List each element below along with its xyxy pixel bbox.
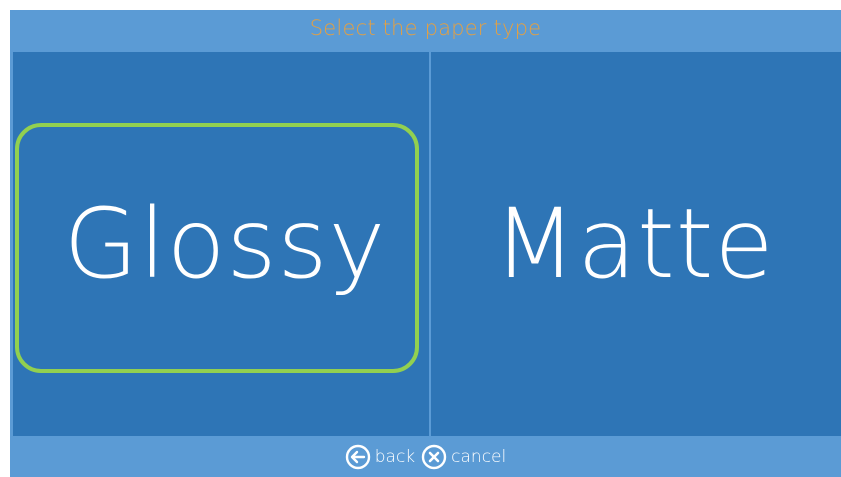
x-circle-icon [421,444,447,470]
option-label-glossy: Glossy [63,188,387,300]
back-button[interactable]: back [345,444,415,470]
paper-type-dialog: Select the paper type Glossy Matte back [10,10,841,477]
arrow-left-circle-icon [345,444,371,470]
page-title: Select the paper type [309,16,542,40]
back-label: back [374,446,416,467]
cancel-label: cancel [451,446,507,467]
paper-type-options: Glossy Matte [13,52,841,436]
option-glossy[interactable]: Glossy [13,52,429,436]
cancel-button[interactable]: cancel [421,444,506,470]
footer-nav: back cancel [10,436,841,477]
header: Select the paper type [10,10,841,52]
option-label-matte: Matte [493,188,775,300]
option-matte[interactable]: Matte [431,52,841,436]
